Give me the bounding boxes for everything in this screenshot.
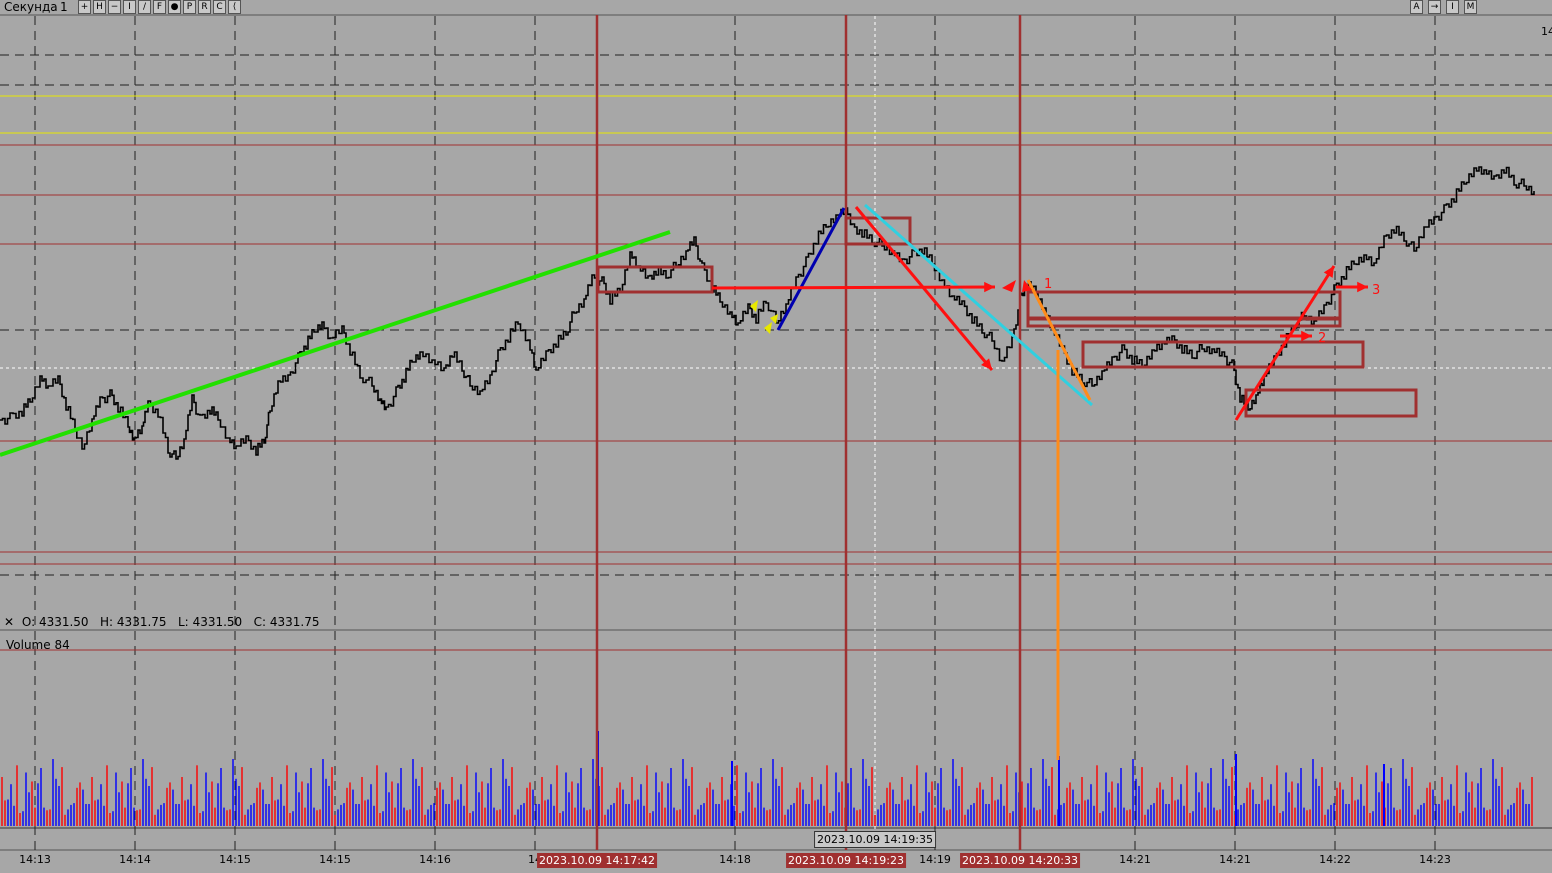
right-red-arrow-2-head xyxy=(1301,330,1312,342)
vline-time-tag-3: 2023.10.09 14:20:33 xyxy=(960,853,1080,868)
low-label: L: xyxy=(178,615,189,629)
range-box xyxy=(1026,290,1342,321)
vline-time-tag-1: 2023.10.09 14:17:42 xyxy=(537,853,657,868)
horizontal-red-arrow xyxy=(711,285,996,290)
high-label: H: xyxy=(100,615,114,629)
x-tick-label: 14:18 xyxy=(719,853,751,866)
x-tick-label: 14:13 xyxy=(19,853,51,866)
price-volume-chart[interactable]: 1 2 3 xyxy=(0,0,1552,873)
x-tick-label: 14:21 xyxy=(1219,853,1251,866)
x-tick-label: 14:16 xyxy=(419,853,451,866)
x-tick-label: 14:23 xyxy=(1419,853,1451,866)
open-value: 4331.50 xyxy=(38,615,89,629)
red-marker xyxy=(1002,280,1016,292)
x-tick-label: 14:15 xyxy=(219,853,251,866)
yellow-marker xyxy=(764,322,772,334)
right-red-arrow-3-head xyxy=(1357,281,1368,293)
cursor-time-tag: 2023.10.09 14:19:35 xyxy=(814,831,936,848)
range-box xyxy=(1026,316,1342,328)
open-label: O: xyxy=(21,615,36,629)
vline-time-tag-2: 2023.10.09 14:19:23 xyxy=(786,853,906,868)
volume-label: Volume 84 xyxy=(6,638,70,652)
x-tick-label: 14:21 xyxy=(1119,853,1151,866)
x-tick-label: 14:15 xyxy=(319,853,351,866)
x-tick-label: 14:22 xyxy=(1319,853,1351,866)
tools-icon[interactable]: ✕ xyxy=(4,614,18,630)
x-tick-label: 14:19 xyxy=(919,853,951,866)
range-box xyxy=(1244,388,1418,418)
blue-trend-line xyxy=(776,207,846,331)
close-label: C: xyxy=(253,615,267,629)
horizontal-red-arrow-head xyxy=(984,281,995,293)
close-value: 4331.75 xyxy=(269,615,320,629)
low-value: 4331.50 xyxy=(192,615,243,629)
high-value: 4331.75 xyxy=(116,615,167,629)
annotation-label-1: 1 xyxy=(1044,277,1052,292)
range-box xyxy=(844,216,912,246)
ohlc-readout: ✕ O: 4331.50 H: 4331.75 L: 4331.50 C: 43… xyxy=(4,614,320,630)
x-tick-label: 14:14 xyxy=(119,853,151,866)
annotation-label-2: 2 xyxy=(1318,331,1326,346)
annotation-label-3: 3 xyxy=(1372,283,1380,298)
